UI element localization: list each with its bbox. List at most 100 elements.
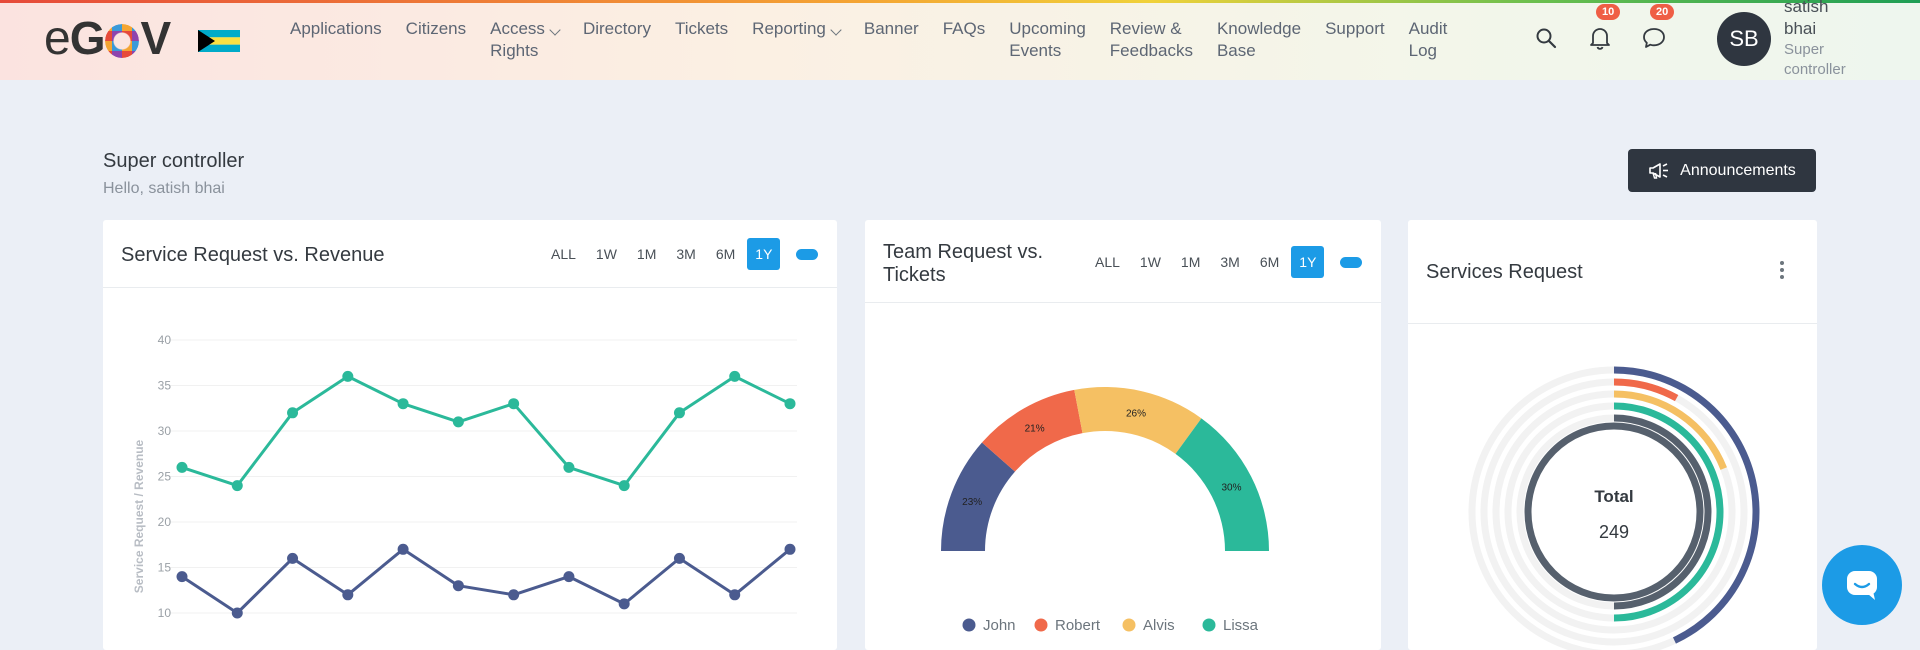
y-tick-label: 25 xyxy=(158,470,172,484)
legend-marker xyxy=(962,618,976,632)
data-point[interactable] xyxy=(231,480,243,492)
search-button[interactable] xyxy=(1530,22,1562,54)
notifications-badge: 10 xyxy=(1596,4,1621,20)
logo-letter-v: V xyxy=(140,12,171,64)
data-point[interactable] xyxy=(563,461,575,473)
nav-item-label: Reporting xyxy=(752,19,826,38)
nav-item-upcoming-events[interactable]: Upcoming Events xyxy=(997,18,1098,62)
data-point[interactable] xyxy=(618,480,630,492)
nav-item-label: FAQs xyxy=(942,19,986,38)
nav-item-label: Support xyxy=(1325,19,1385,38)
semi-donut-chart: 23% 21% 26% 30% John Robert Alvis Lissa xyxy=(941,387,1269,634)
chat-bubble-icon xyxy=(1643,28,1665,48)
legend-label[interactable]: Alvis xyxy=(1143,617,1175,634)
user-avatar[interactable]: SB xyxy=(1717,12,1771,66)
nav-item-label: Directory xyxy=(582,19,651,38)
data-point[interactable] xyxy=(452,416,464,428)
slice-label: 21% xyxy=(1025,424,1045,435)
y-tick-label: 10 xyxy=(158,606,172,620)
live-chat-button[interactable] xyxy=(1822,545,1902,625)
data-point[interactable] xyxy=(673,552,685,564)
data-point[interactable] xyxy=(508,589,520,601)
y-tick-label: 40 xyxy=(158,333,172,347)
nav-item-directory[interactable]: Directory xyxy=(571,18,663,62)
legend-label[interactable]: John xyxy=(983,617,1016,634)
legend-label[interactable]: Lissa xyxy=(1223,617,1259,634)
nav-item-support[interactable]: Support xyxy=(1313,18,1397,62)
logo-letter-e: e xyxy=(44,12,71,65)
top-navbar: e G V Applications Citizens Access Rights D… xyxy=(0,0,1920,80)
donut-slice-alvis[interactable] xyxy=(1074,387,1202,454)
slice-label: 26% xyxy=(1126,408,1146,419)
legend-marker xyxy=(1122,618,1136,632)
user-role: Super controller xyxy=(1784,41,1846,78)
data-point[interactable] xyxy=(784,543,796,555)
data-point[interactable] xyxy=(287,407,299,419)
nav-item-label: Access Rights xyxy=(490,19,545,60)
chevron-down-icon xyxy=(830,24,842,36)
data-point[interactable] xyxy=(231,607,243,619)
user-name: satish bhai xyxy=(1784,0,1829,38)
data-point[interactable] xyxy=(729,589,741,601)
announcements-label: Announcements xyxy=(1680,161,1796,179)
logo-ring-icon xyxy=(105,24,140,58)
data-point[interactable] xyxy=(508,398,520,410)
page-title: Super controller xyxy=(103,150,245,172)
nav-item-reporting[interactable]: Reporting xyxy=(740,18,852,62)
search-icon xyxy=(1536,28,1557,49)
legend-marker xyxy=(1034,618,1048,632)
radial-bar-chart: Total 249 xyxy=(1468,366,1760,650)
y-tick-label: 20 xyxy=(158,515,172,529)
nav-item-access-rights[interactable]: Access Rights xyxy=(478,18,571,62)
data-point[interactable] xyxy=(342,589,354,601)
megaphone-icon xyxy=(1649,162,1669,179)
bell-icon xyxy=(1590,28,1610,50)
data-point[interactable] xyxy=(176,461,188,473)
nav-item-audit-log[interactable]: Audit Log xyxy=(1397,18,1460,62)
messages-button[interactable]: 20 xyxy=(1638,4,1675,54)
nav-item-label: Knowledge Base xyxy=(1216,19,1302,60)
messages-badge: 20 xyxy=(1650,4,1675,20)
egov-logo[interactable]: e G V xyxy=(44,12,171,65)
nav-item-review-feedbacks[interactable]: Review & Feedbacks xyxy=(1098,18,1205,62)
service-vs-revenue-card: Service Request vs. Revenue ALL 1W 1M 3M 6M 1… xyxy=(103,220,837,650)
page-greeting: Hello, satish bhai xyxy=(103,180,225,197)
radial-total-value: 249 xyxy=(1599,522,1629,542)
nav-item-label: Upcoming Events xyxy=(1009,19,1086,60)
data-point[interactable] xyxy=(452,580,464,592)
nav-item-label: Banner xyxy=(863,19,919,38)
data-point[interactable] xyxy=(729,370,741,382)
main-nav: Applications Citizens Access Rights Directo… xyxy=(278,18,1459,62)
bahamas-flag-icon xyxy=(198,30,240,52)
nav-item-banner[interactable]: Banner xyxy=(852,18,931,62)
radial-center-label: Total xyxy=(1594,487,1633,506)
data-point[interactable] xyxy=(784,398,796,410)
nav-item-applications[interactable]: Applications xyxy=(278,18,394,62)
notifications-button[interactable]: 10 xyxy=(1584,4,1621,54)
nav-item-knowledge-base[interactable]: Knowledge Base xyxy=(1205,18,1313,62)
data-point[interactable] xyxy=(673,407,685,419)
y-tick-label: 35 xyxy=(158,379,172,393)
chevron-down-icon xyxy=(549,24,561,36)
nav-item-citizens[interactable]: Citizens xyxy=(394,18,478,62)
user-menu[interactable]: satish bhai Super controller xyxy=(1784,0,1904,80)
chat-icon xyxy=(1847,571,1877,600)
y-tick-label: 15 xyxy=(158,561,172,575)
data-point[interactable] xyxy=(397,398,409,410)
legend-label[interactable]: Robert xyxy=(1055,617,1101,634)
data-point[interactable] xyxy=(397,543,409,555)
slice-label: 30% xyxy=(1222,483,1242,494)
data-point[interactable] xyxy=(618,598,630,610)
data-point[interactable] xyxy=(342,370,354,382)
team-vs-tickets-card: Team Request vs. Tickets ALL 1W 1M 3M 6M 1Y 2… xyxy=(865,220,1381,650)
legend-marker xyxy=(1202,618,1216,632)
data-point[interactable] xyxy=(176,571,188,583)
nav-item-label: Review & Feedbacks xyxy=(1109,19,1193,60)
nav-item-faqs[interactable]: FAQs xyxy=(931,18,998,62)
nav-item-tickets[interactable]: Tickets xyxy=(663,18,740,62)
y-axis-label: Service Request / Revenue xyxy=(132,439,146,593)
data-point[interactable] xyxy=(563,571,575,583)
data-point[interactable] xyxy=(287,552,299,564)
announcements-button[interactable]: Announcements xyxy=(1628,149,1816,192)
top-color-stripe xyxy=(0,0,1920,3)
